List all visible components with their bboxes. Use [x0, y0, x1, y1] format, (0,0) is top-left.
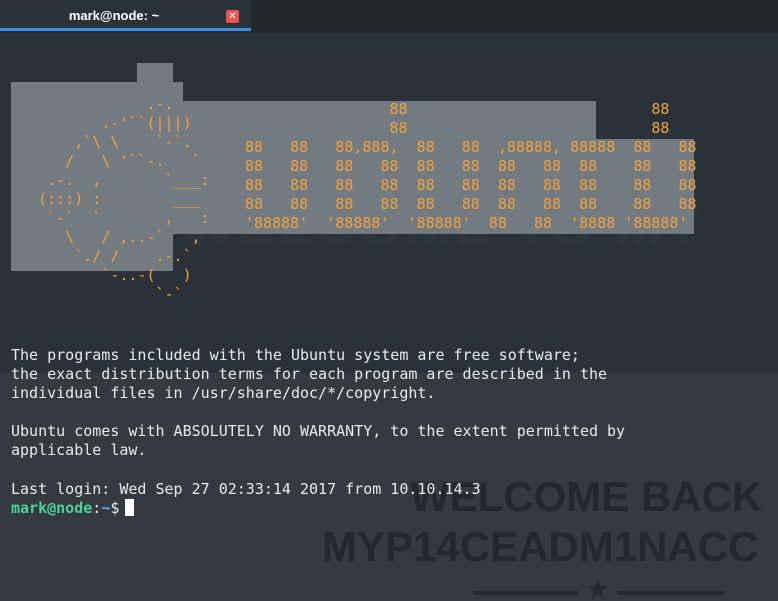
tab-title: mark@node: ~	[68, 8, 160, 23]
node-logo-ascii-art: .-. .-'``(|||) ,`\ \ `-`. / \ '``-. ` .-…	[38, 95, 210, 303]
close-icon[interactable]: ✕	[226, 10, 239, 23]
wallpaper-text: MYP14CEADM1NACC	[322, 523, 759, 570]
terminal-area[interactable]: WELCOME TO MY WELCOME BACK MYP14CEADM1NA…	[0, 33, 778, 601]
ascii-highlight	[137, 63, 173, 82]
prompt-separator: :	[92, 499, 102, 517]
motd-line: The programs included with the Ubuntu sy…	[11, 346, 580, 364]
motd-line: applicable law.	[11, 441, 147, 459]
motd-line: Ubuntu comes with ABSOLUTELY NO WARRANTY…	[11, 422, 626, 440]
last-login-line: Last login: Wed Sep 27 02:33:14 2017 fro…	[11, 480, 481, 498]
node-wordmark-ascii-art: 88 88 88 88 88 88 88,888, 88 88 ,88888, …	[245, 100, 697, 232]
prompt-user-host: mark@node	[11, 499, 93, 517]
text-cursor[interactable]	[125, 499, 135, 516]
prompt-symbol: $	[110, 499, 120, 517]
shell-prompt[interactable]: mark@node:~$	[11, 499, 135, 518]
terminal-tab[interactable]: mark@node: ~ ✕	[0, 0, 251, 31]
prompt-path: ~	[101, 499, 111, 517]
star-icon: ★	[586, 575, 610, 601]
wallpaper-divider	[474, 591, 578, 595]
motd-line: individual files in /usr/share/doc/*/cop…	[11, 384, 436, 402]
tab-bar: mark@node: ~ ✕	[0, 0, 778, 33]
motd-line: the exact distribution terms for each pr…	[11, 365, 608, 383]
wallpaper-divider	[618, 591, 724, 595]
